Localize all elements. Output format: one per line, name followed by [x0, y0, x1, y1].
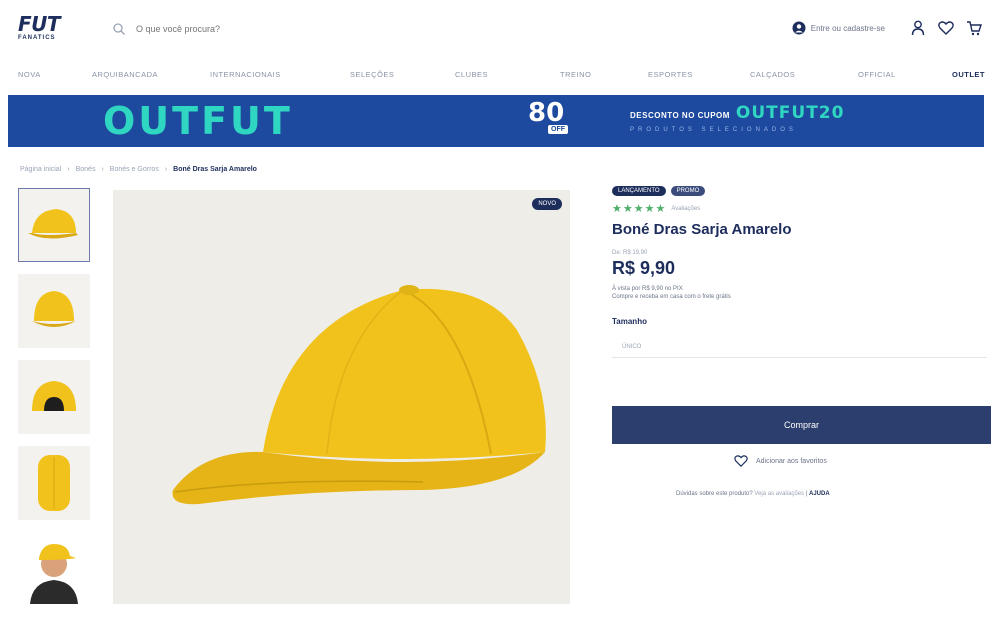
- nav-item[interactable]: ESPORTES: [648, 70, 693, 79]
- help-reviews-link[interactable]: Veja as avaliações: [754, 491, 804, 497]
- size-option[interactable]: ÚNICO: [612, 336, 987, 358]
- product-title: Boné Dras Sarja Amarelo: [612, 221, 792, 238]
- nav-item[interactable]: NOVA: [18, 70, 41, 79]
- promo-banner[interactable]: OUTFUT 80 OFF DESCONTO NO CUPOM OUTFUT20…: [8, 95, 984, 147]
- thumbnail-model[interactable]: [18, 532, 90, 606]
- nav-item[interactable]: CLUBES: [455, 70, 488, 79]
- breadcrumb-current: Boné Dras Sarja Amarelo: [173, 166, 257, 173]
- old-price: De: R$ 19,90: [612, 250, 648, 256]
- thumbnail-list: [18, 188, 92, 618]
- main-nav: NOVA ARQUIBANCADA INTERNACIONAIS SELEÇÕE…: [0, 62, 991, 88]
- nav-item[interactable]: CALÇADOS: [750, 70, 795, 79]
- header-actions: Entre ou cadastre-se: [792, 16, 983, 40]
- nav-item[interactable]: ARQUIBANCADA: [92, 70, 158, 79]
- account-link-label: Entre ou cadastre-se: [810, 23, 885, 33]
- help-link[interactable]: AJUDA: [809, 491, 830, 497]
- breadcrumb-link[interactable]: Bonés e Gorros: [110, 166, 159, 173]
- cap-image: [172, 285, 546, 505]
- logo-subtext: FANATICS: [18, 35, 56, 41]
- help-line: Dúvidas sobre este produto? Veja as aval…: [676, 491, 830, 497]
- help-prefix: Dúvidas sobre este produto?: [676, 491, 753, 497]
- coupon-code: OUTFUT20: [735, 103, 845, 123]
- heart-icon[interactable]: [937, 19, 955, 37]
- breadcrumb-separator: ›: [67, 166, 70, 173]
- breadcrumb-link[interactable]: Bonés: [76, 166, 96, 173]
- nav-item[interactable]: INTERNACIONAIS: [210, 70, 281, 79]
- product-info: LANÇAMENTO PROMO ★★★★★ Avaliações Boné D…: [612, 186, 987, 358]
- search-input[interactable]: [134, 23, 458, 35]
- coupon-prefix: DESCONTO NO CUPOM: [630, 111, 730, 120]
- user-icon[interactable]: [909, 19, 927, 37]
- breadcrumb: Página inicial › Bonés › Bonés e Gorros …: [20, 166, 263, 173]
- size-label: Tamanho: [612, 317, 647, 326]
- help-separator: |: [805, 491, 808, 497]
- thumbnail-cap-back[interactable]: [18, 360, 90, 434]
- site-header: FUT FANATICS Entre ou cadastre-se: [0, 0, 991, 60]
- thumbnail-cap-side[interactable]: [18, 188, 90, 262]
- account-link[interactable]: Entre ou cadastre-se: [792, 21, 885, 35]
- logo-text: FUT: [18, 12, 61, 36]
- tag-promo: PROMO: [670, 186, 706, 196]
- product-main-image[interactable]: NOVO: [113, 190, 570, 604]
- cart-icon[interactable]: [965, 19, 983, 37]
- banner-discount: 80 OFF: [528, 99, 576, 143]
- shipping-note: Compre e receba em casa com o frete grát…: [612, 294, 731, 300]
- product-price: R$ 9,90: [612, 258, 676, 278]
- payment-note: À vista por R$ 9,90 no PIX: [612, 286, 683, 292]
- nav-item[interactable]: SELEÇÕES: [350, 70, 394, 79]
- discount-off-label: OFF: [548, 125, 568, 134]
- rating-text: Avaliações: [671, 205, 701, 212]
- breadcrumb-separator: ›: [101, 166, 104, 173]
- coupon-subtitle: PRODUTOS SELECIONADOS: [630, 127, 797, 133]
- tag-launch: LANÇAMENTO: [612, 186, 666, 196]
- product-tags: LANÇAMENTO PROMO: [612, 186, 987, 196]
- search-icon[interactable]: [112, 22, 126, 36]
- nav-item-outlet[interactable]: OUTLET: [952, 70, 985, 79]
- banner-title: OUTFUT: [103, 99, 293, 143]
- banner-coupon: DESCONTO NO CUPOM OUTFUT20: [630, 103, 844, 123]
- nav-item[interactable]: TREINO: [560, 70, 591, 79]
- discount-percent: 80: [528, 98, 565, 128]
- wishlist-label: Adicionar aos favoritos: [756, 457, 827, 465]
- brand-logo[interactable]: FUT FANATICS: [18, 14, 82, 44]
- buy-button[interactable]: Comprar: [612, 406, 991, 444]
- user-circle-icon: [792, 21, 806, 35]
- thumbnail-cap-top[interactable]: [18, 446, 90, 520]
- star-rating-icon: ★★★★★: [612, 203, 667, 215]
- product-rating[interactable]: ★★★★★ Avaliações: [612, 202, 987, 215]
- new-badge: NOVO: [532, 198, 562, 210]
- nav-item[interactable]: OFFICIAL: [858, 70, 896, 79]
- search-bar[interactable]: [112, 18, 472, 40]
- breadcrumb-separator: ›: [164, 166, 168, 173]
- breadcrumb-link[interactable]: Página inicial: [20, 166, 61, 173]
- heart-outline-icon: [734, 455, 748, 467]
- wishlist-link[interactable]: Adicionar aos favoritos: [734, 455, 827, 467]
- thumbnail-cap-front[interactable]: [18, 274, 90, 348]
